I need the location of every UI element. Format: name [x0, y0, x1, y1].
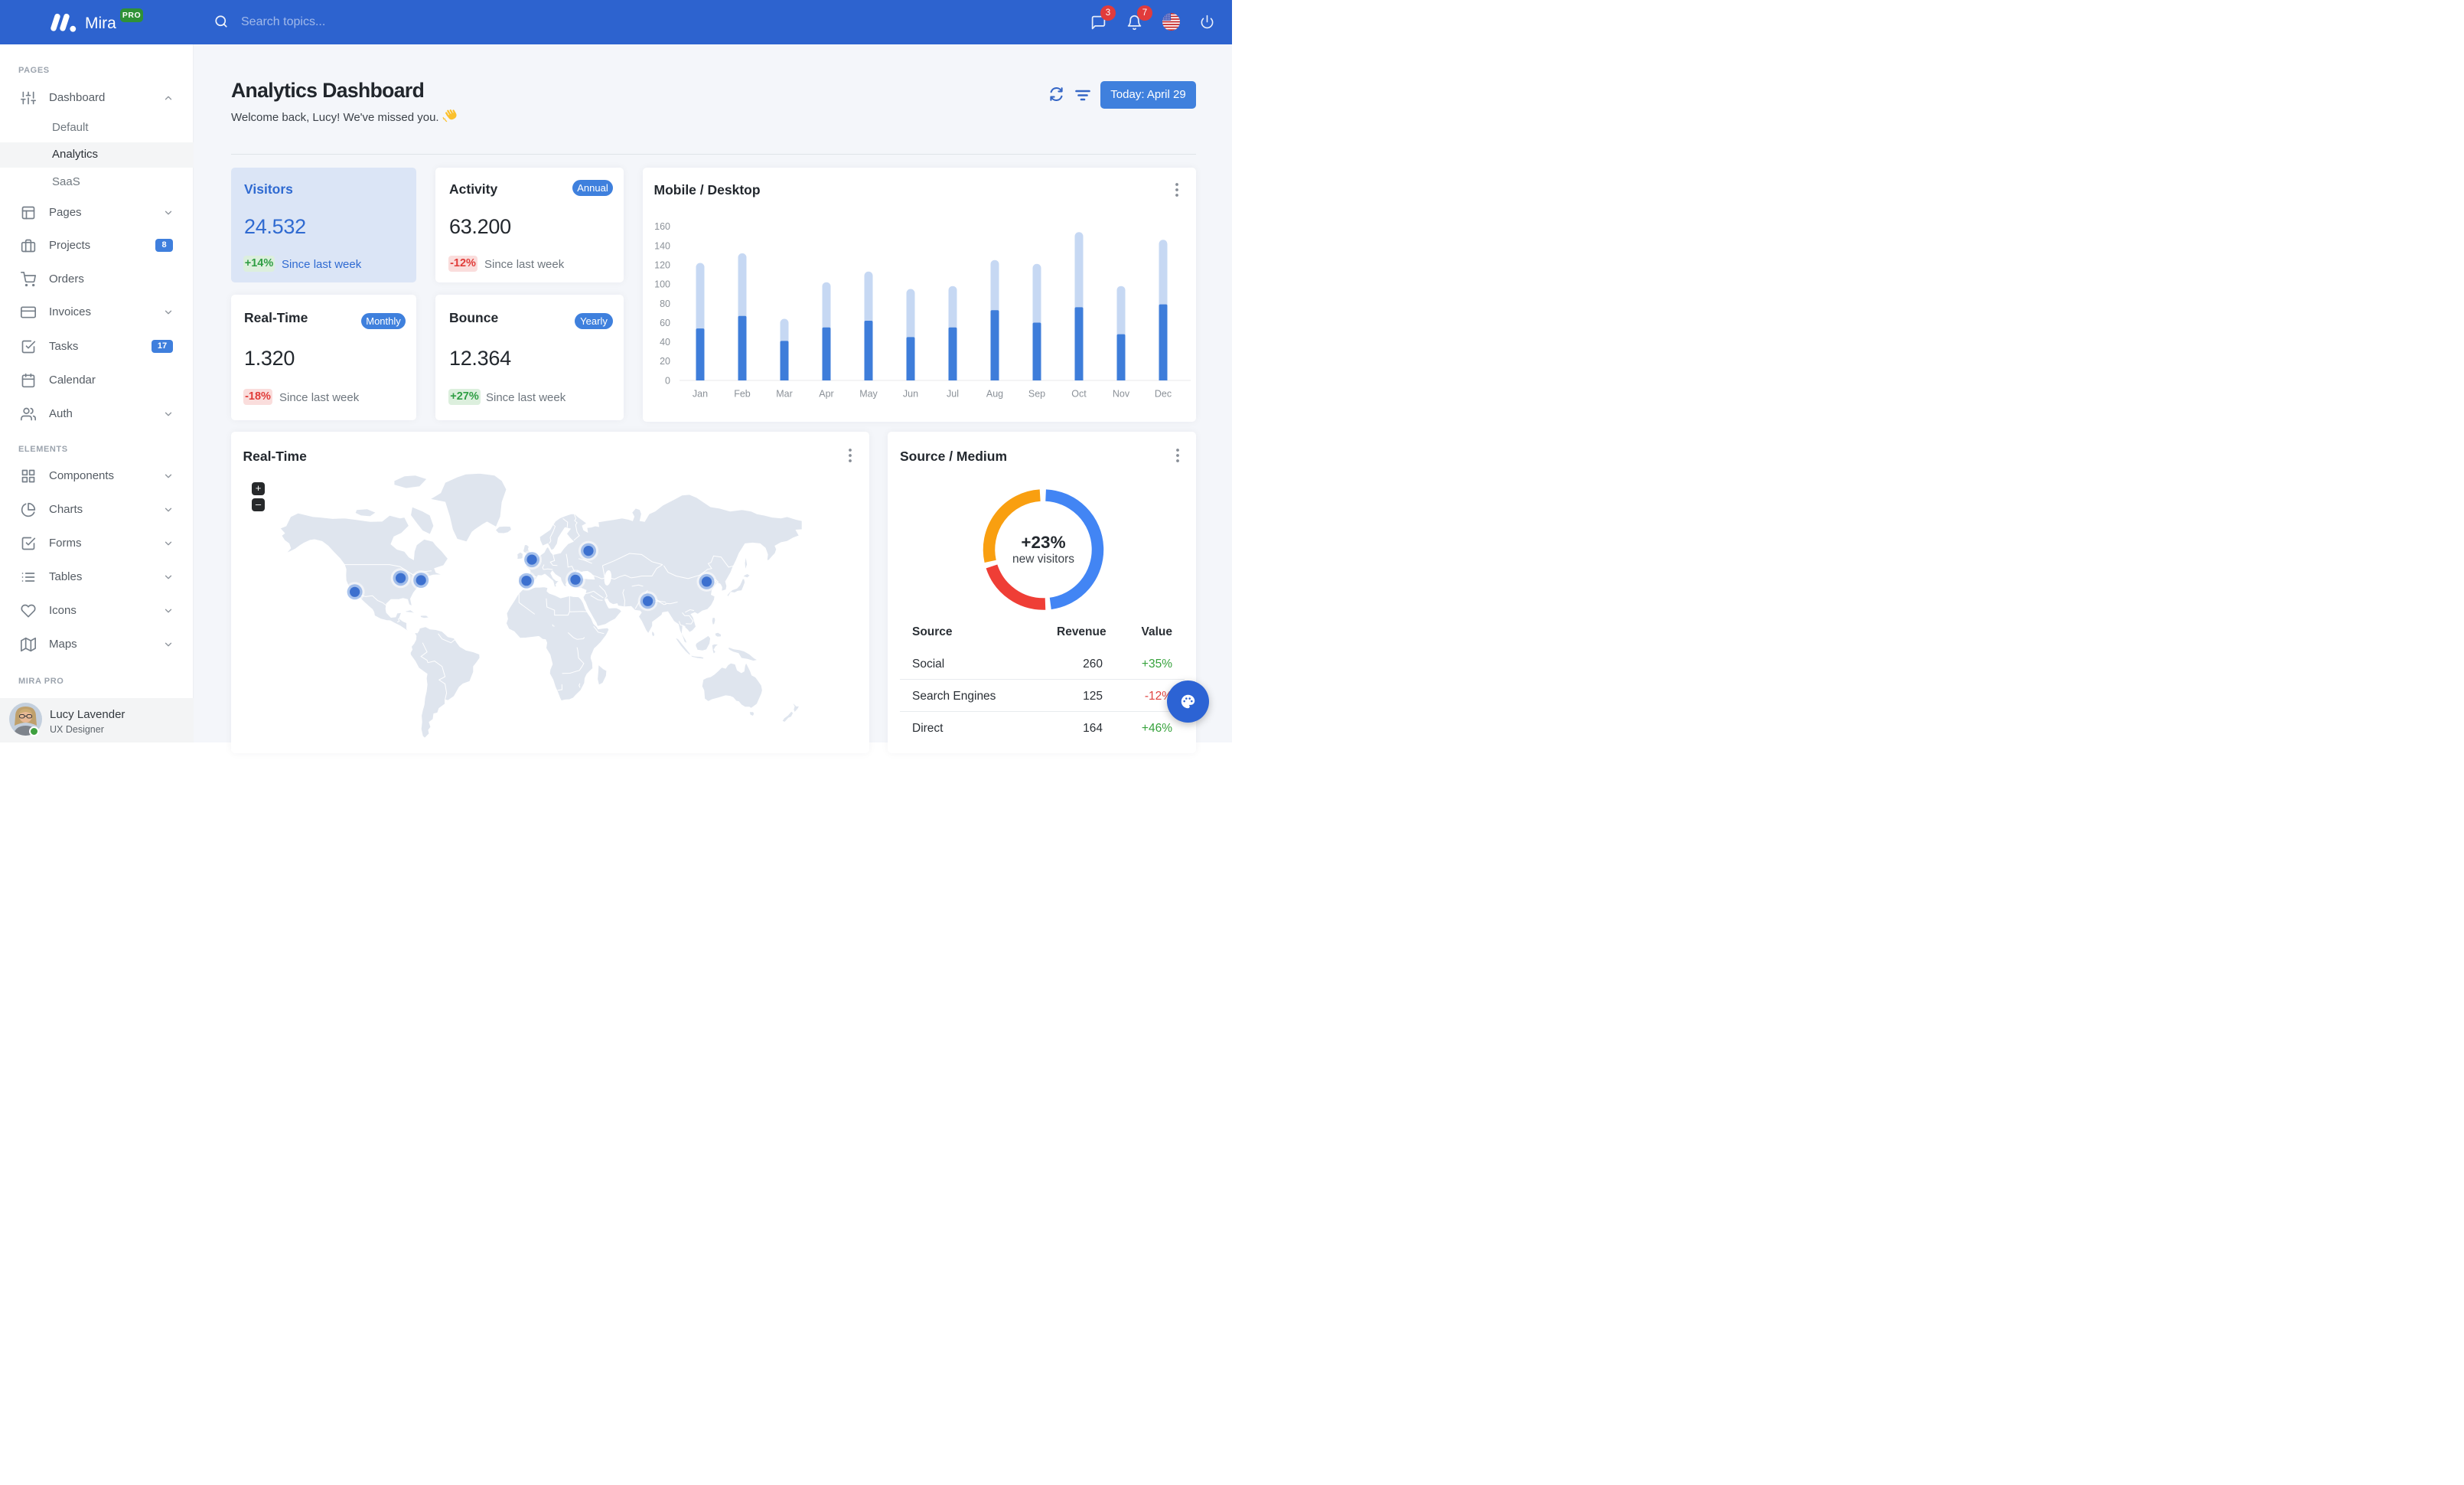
svg-text:Jan: Jan — [693, 389, 708, 400]
svg-text:May: May — [859, 389, 878, 400]
svg-text:Jun: Jun — [903, 389, 918, 400]
svg-text:120: 120 — [654, 259, 670, 270]
svg-text:80: 80 — [660, 299, 670, 309]
svg-text:Mar: Mar — [776, 389, 793, 400]
svg-text:40: 40 — [660, 337, 670, 348]
svg-text:Dec: Dec — [1155, 389, 1172, 400]
svg-text:Aug: Aug — [986, 389, 1003, 400]
svg-text:Nov: Nov — [1113, 389, 1130, 400]
svg-text:0: 0 — [665, 375, 670, 386]
svg-text:Feb: Feb — [734, 389, 751, 400]
svg-text:140: 140 — [654, 240, 670, 251]
svg-text:60: 60 — [660, 318, 670, 328]
svg-text:20: 20 — [660, 356, 670, 367]
svg-text:Jul: Jul — [947, 389, 959, 400]
svg-text:Oct: Oct — [1071, 389, 1087, 400]
svg-text:160: 160 — [654, 221, 670, 232]
svg-text:Apr: Apr — [819, 389, 833, 400]
svg-text:100: 100 — [654, 279, 670, 290]
svg-text:Sep: Sep — [1028, 389, 1045, 400]
